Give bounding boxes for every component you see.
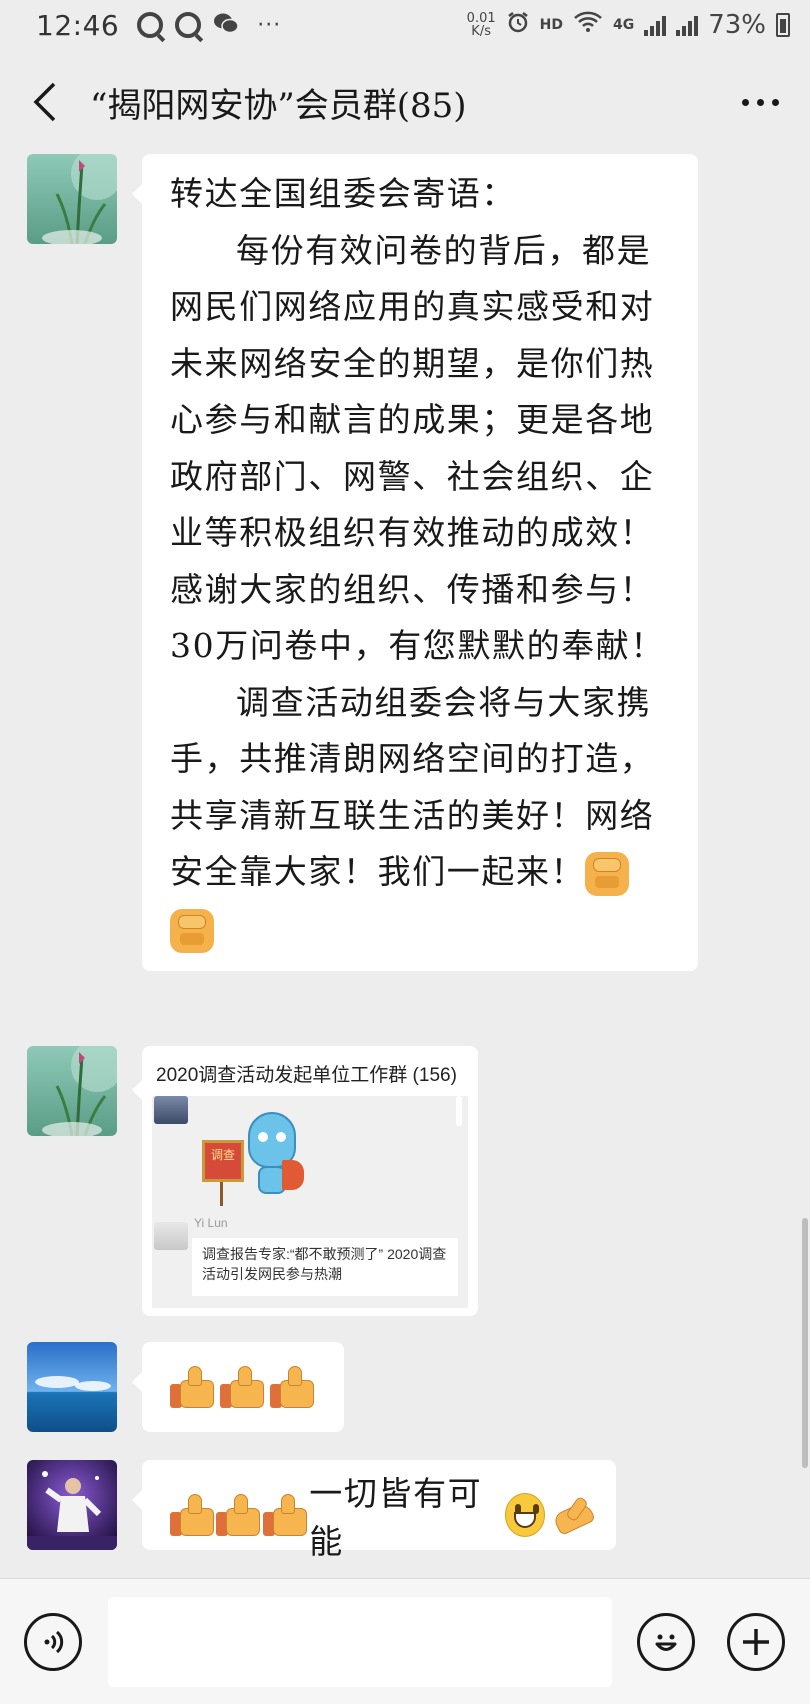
hd-label: HD — [539, 17, 563, 33]
mascot-image: 调查 — [198, 1112, 308, 1210]
more-dot-icon — [756, 98, 764, 106]
sign-post — [220, 1182, 223, 1206]
chat-record-title: 2020调查活动发起单位工作群 (156) — [156, 1065, 457, 1086]
avatar[interactable] — [27, 154, 117, 244]
mascot-sign: 调查 — [202, 1140, 244, 1182]
message-bubble[interactable]: 转达全国组委会寄语： 每份有效问卷的背后，都是网民们网络应用的真实感受和对未来网… — [132, 154, 698, 971]
thumbs-up-emoji — [170, 1492, 214, 1538]
chat-title: “揭阳网安协”会员群(85) — [90, 85, 467, 126]
voice-icon — [44, 1630, 64, 1654]
wifi-icon — [573, 10, 603, 40]
voice-button[interactable] — [24, 1613, 82, 1671]
thumbs-up-emoji — [270, 1364, 316, 1410]
chat-header: “揭阳网安协”会员群(85) — [0, 50, 810, 154]
message-paragraph: 转达全国组委会寄语： — [170, 174, 516, 213]
network-type: 4G — [612, 17, 635, 33]
message-bubble[interactable]: 一切皆有可能 — [132, 1460, 616, 1561]
q-icon — [175, 12, 202, 38]
thumbs-up-emoji — [170, 1364, 216, 1410]
battery-percent: 73% — [708, 10, 766, 40]
smiley-icon — [655, 1634, 677, 1651]
preview-scrollbar — [456, 1096, 462, 1126]
sender-name: Yi Lun — [194, 1216, 228, 1230]
shield-mascot-cape — [282, 1160, 304, 1190]
signal-icon — [644, 14, 667, 36]
status-bar-left: 12:46 ··· — [36, 9, 281, 42]
avatar[interactable] — [27, 1046, 117, 1136]
battery-icon — [776, 13, 790, 37]
wechat-icon — [213, 12, 239, 39]
message-paragraph-emoji-line — [170, 901, 672, 958]
q-icon — [137, 12, 164, 38]
avatar — [154, 1222, 188, 1250]
message-text: 一切皆有可能 — [309, 1474, 483, 1561]
plus-icon — [743, 1629, 769, 1655]
back-button[interactable] — [0, 50, 90, 154]
chat-record-card[interactable]: 2020调查活动发起单位工作群 (156) 调查 Yi Lun 调查报告专家:“… — [132, 1046, 478, 1316]
chat-record-preview: 调查 Yi Lun 调查报告专家:“都不敢预测了” 2020调查活动引发网民参与… — [152, 1096, 468, 1308]
avatar[interactable] — [27, 1342, 117, 1432]
message-paragraph-text: 调查活动组委会将与大家携手，共推清朗网络空间的打造，共享清新互联生活的美好！网络… — [170, 682, 655, 892]
message-paragraph: 每份有效问卷的背后，都是网民们网络应用的真实感受和对未来网络安全的期望，是你们热… — [170, 230, 665, 666]
signal-icon — [676, 14, 699, 36]
more-button[interactable] — [710, 50, 810, 154]
avatar — [154, 1096, 188, 1124]
grin-emoji — [504, 1493, 546, 1537]
thumbs-up-emoji — [216, 1492, 261, 1538]
message-input[interactable] — [108, 1597, 612, 1687]
chevron-left-icon — [33, 82, 56, 122]
message-paragraph: 调查活动组委会将与大家携手，共推清朗网络空间的打造，共享清新互联生活的美好！网络… — [170, 675, 672, 901]
fist-emoji — [585, 852, 630, 896]
input-bar — [0, 1578, 810, 1704]
thumbs-up-emoji — [220, 1364, 266, 1410]
plus-button[interactable] — [727, 1613, 785, 1671]
ok-hand-emoji — [551, 1493, 592, 1537]
clock: 12:46 — [36, 8, 120, 42]
status-bar-right: 0.01 K/s HD 4G 73% — [467, 10, 790, 41]
status-bar: 12:46 ··· 0.01 K/s HD 4G 73% — [0, 0, 810, 50]
net-speed: 0.01 K/s — [467, 12, 496, 38]
emoji-button[interactable] — [637, 1613, 695, 1671]
more-dot-icon — [771, 98, 779, 106]
avatar[interactable] — [27, 1460, 117, 1550]
fist-emoji — [170, 908, 214, 953]
more-dot-icon — [741, 98, 749, 106]
net-speed-unit: K/s — [471, 24, 491, 39]
message-bubble[interactable] — [132, 1342, 344, 1432]
scrollbar[interactable] — [802, 1218, 808, 1468]
quoted-link: 调查报告专家:“都不敢预测了” 2020调查活动引发网民参与热潮 — [192, 1238, 458, 1296]
alarm-icon — [506, 10, 530, 41]
more-notifications-icon: ··· — [257, 12, 282, 38]
thumbs-up-emoji — [262, 1492, 307, 1538]
